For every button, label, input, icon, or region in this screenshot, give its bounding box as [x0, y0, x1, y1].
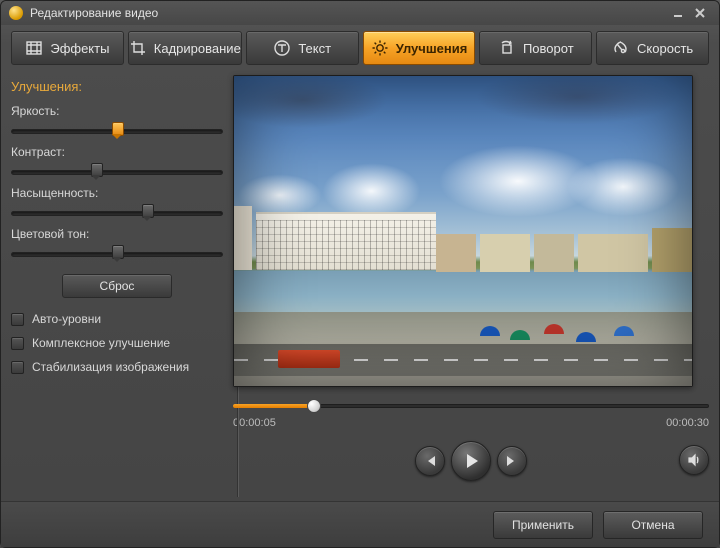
brightness-slider[interactable]	[11, 121, 223, 141]
autolevels-row[interactable]: Авто-уровни	[11, 312, 223, 326]
cancel-button[interactable]: Отмена	[603, 511, 703, 539]
enhance-panel: Улучшения: Яркость: Контраст: Насыщеннос…	[11, 75, 223, 481]
minimize-button[interactable]	[667, 5, 689, 21]
tab-speed[interactable]: Скорость	[596, 31, 709, 65]
tab-label: Кадрирование	[154, 41, 241, 56]
brightness-label: Яркость:	[11, 104, 223, 118]
complex-row[interactable]: Комплексное улучшение	[11, 336, 223, 350]
prev-button[interactable]	[415, 446, 445, 476]
complex-checkbox[interactable]	[11, 337, 24, 350]
play-button[interactable]	[451, 441, 491, 481]
current-time: 00:00:05	[233, 417, 276, 429]
contrast-label: Контраст:	[11, 145, 223, 159]
autolevels-checkbox[interactable]	[11, 313, 24, 326]
video-panel: 00:00:05 00:00:30	[233, 75, 709, 481]
tab-effects[interactable]: Эффекты	[11, 31, 124, 65]
text-icon	[273, 39, 291, 57]
stabilize-row[interactable]: Стабилизация изображения	[11, 360, 223, 374]
apply-label: Применить	[512, 518, 574, 532]
speed-icon	[612, 39, 630, 57]
tab-bar: Эффекты Кадрирование Текст Улучшения Пов…	[1, 25, 719, 75]
tab-label: Эффекты	[50, 41, 109, 56]
footer: Применить Отмена	[1, 501, 719, 547]
film-icon	[25, 39, 43, 57]
brightness-icon	[371, 39, 389, 57]
crop-icon	[129, 39, 147, 57]
cancel-label: Отмена	[631, 518, 674, 532]
hue-slider[interactable]	[11, 244, 223, 264]
complex-label: Комплексное улучшение	[32, 336, 170, 350]
stabilize-label: Стабилизация изображения	[32, 360, 189, 374]
apply-button[interactable]: Применить	[493, 511, 593, 539]
video-preview	[233, 75, 693, 387]
volume-button[interactable]	[679, 445, 709, 475]
tab-label: Скорость	[637, 41, 693, 56]
tab-crop[interactable]: Кадрирование	[128, 31, 242, 65]
tab-text[interactable]: Текст	[246, 31, 359, 65]
playback-controls	[233, 441, 709, 481]
window-title: Редактирование видео	[30, 6, 667, 20]
stabilize-checkbox[interactable]	[11, 361, 24, 374]
reset-label: Сброс	[100, 279, 135, 293]
saturation-label: Насыщенность:	[11, 186, 223, 200]
app-icon	[9, 6, 23, 20]
tab-label: Текст	[298, 41, 331, 56]
rotate-icon	[498, 39, 516, 57]
saturation-slider[interactable]	[11, 203, 223, 223]
titlebar: Редактирование видео	[1, 1, 719, 25]
tab-rotate[interactable]: Поворот	[479, 31, 592, 65]
tab-enhance[interactable]: Улучшения	[363, 31, 476, 65]
close-button[interactable]	[689, 5, 711, 21]
hue-label: Цветовой тон:	[11, 227, 223, 241]
tab-label: Улучшения	[396, 41, 468, 56]
next-button[interactable]	[497, 446, 527, 476]
reset-button[interactable]: Сброс	[62, 274, 172, 298]
timeline-slider[interactable]	[233, 399, 709, 413]
panel-title: Улучшения:	[11, 79, 223, 94]
total-time: 00:00:30	[666, 417, 709, 429]
autolevels-label: Авто-уровни	[32, 312, 101, 326]
contrast-slider[interactable]	[11, 162, 223, 182]
timecodes: 00:00:05 00:00:30	[233, 417, 709, 429]
tab-label: Поворот	[523, 41, 574, 56]
